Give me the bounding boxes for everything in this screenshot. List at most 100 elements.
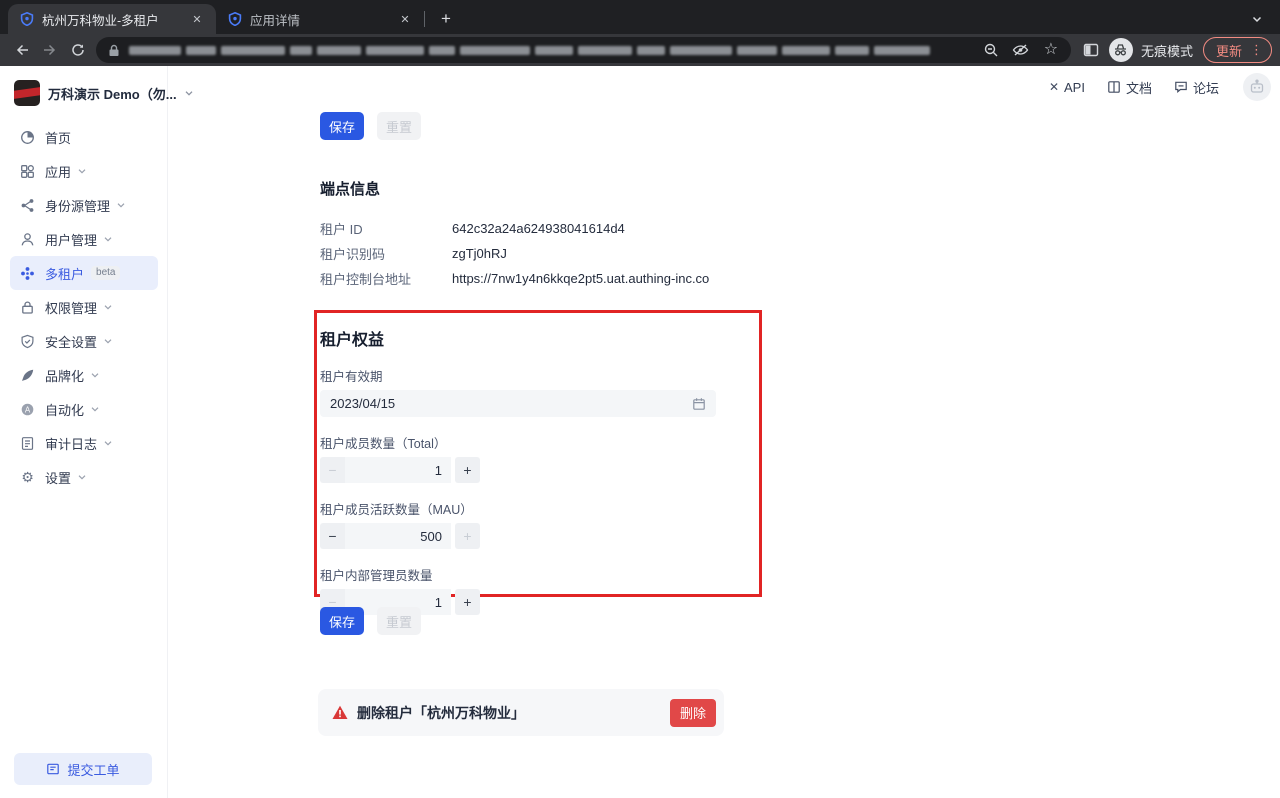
audit-log-icon — [20, 436, 35, 451]
update-label: 更新 — [1216, 41, 1242, 60]
reset-button[interactable]: 重置 — [377, 607, 421, 635]
delete-tenant-text: 删除租户「杭州万科物业」 — [357, 703, 670, 723]
expiry-date-value: 2023/04/15 — [330, 396, 692, 411]
endpoint-section-title: 端点信息 — [320, 178, 880, 199]
delete-tenant-card: 删除租户「杭州万科物业」 删除 — [318, 689, 724, 736]
authing-shield-icon — [228, 12, 242, 26]
reload-icon[interactable] — [64, 36, 92, 64]
sidebar-item-security-settings[interactable]: 安全设置 — [10, 324, 158, 358]
beta-badge: beta — [91, 266, 120, 280]
sidebar-item-user-management[interactable]: 用户管理 — [10, 222, 158, 256]
workspace-switcher[interactable]: 万科演示 Demo（勿... — [0, 66, 167, 106]
save-button[interactable]: 保存 — [320, 607, 364, 635]
plus-button[interactable]: + — [455, 589, 480, 615]
sidebar-item-home[interactable]: 首页 — [10, 120, 158, 154]
sidebar-nav: 首页 应用 身份源管理 用户管理 — [0, 120, 167, 494]
mau-label: 租户成员活跃数量（MAU） — [320, 499, 747, 518]
reset-button[interactable]: 重置 — [377, 112, 421, 140]
browser-toolbar: ☆ 无痕模式 更新 ⋮ — [0, 34, 1280, 66]
endpoint-row-tenant-code: 租户识别码 zgTj0hRJ — [320, 241, 880, 266]
tenant-settings-content: 保存 重置 端点信息 租户 ID 642c32a24a624938041614d… — [320, 112, 880, 291]
incognito-label: 无痕模式 — [1141, 41, 1193, 60]
close-icon[interactable]: ✕ — [188, 10, 206, 28]
chevron-down-icon — [91, 371, 99, 379]
browser-chrome: 杭州万科物业-多租户 ✕ 应用详情 ✕ + — [0, 0, 1280, 66]
chrome-update-button[interactable]: 更新 ⋮ — [1203, 37, 1272, 63]
warning-triangle-icon — [332, 705, 348, 720]
chevron-down-icon — [104, 337, 112, 345]
forum-icon — [1174, 80, 1188, 94]
endpoint-row-console-url: 租户控制台地址 https://7nw1y4n6kkqe2pt5.uat.aut… — [320, 266, 880, 291]
tab-strip: 杭州万科物业-多租户 ✕ 应用详情 ✕ + — [0, 0, 1280, 34]
chevron-down-icon — [78, 473, 86, 481]
forward-icon[interactable] — [36, 36, 64, 64]
lock-icon — [20, 300, 35, 315]
minus-button[interactable]: − — [320, 457, 345, 483]
admin-count-label: 租户内部管理员数量 — [320, 565, 747, 584]
incognito-badge: 无痕模式 — [1109, 38, 1193, 62]
sidebar-item-multi-tenant[interactable]: 多租户 beta — [10, 256, 158, 290]
identity-source-icon — [20, 198, 35, 213]
address-bar[interactable]: ☆ — [96, 37, 1071, 63]
stepper-value[interactable]: 500 — [345, 523, 451, 549]
multi-tenant-icon — [20, 266, 35, 281]
tab-divider — [424, 11, 425, 27]
sidebar-item-permissions[interactable]: 权限管理 — [10, 290, 158, 324]
submit-ticket-button[interactable]: 提交工单 — [14, 753, 152, 785]
chevron-down-icon — [104, 235, 112, 243]
side-panel-icon[interactable] — [1077, 36, 1105, 64]
sidebar-item-branding[interactable]: 品牌化 — [10, 358, 158, 392]
tab-search-chevron-icon[interactable] — [1244, 6, 1270, 32]
api-icon: ✕ — [1049, 80, 1059, 94]
menu-dots-icon[interactable]: ⋮ — [1250, 42, 1263, 58]
eye-off-icon[interactable] — [1009, 38, 1033, 62]
minus-button[interactable]: − — [320, 523, 345, 549]
endpoint-row-tenant-id: 租户 ID 642c32a24a624938041614d4 — [320, 216, 880, 241]
gear-icon: ⚙ — [20, 470, 35, 485]
shield-check-icon — [20, 334, 35, 349]
assistant-robot-avatar[interactable] — [1243, 73, 1271, 101]
sidebar-item-settings[interactable]: ⚙ 设置 — [10, 460, 158, 494]
tab-title: 应用详情 — [250, 10, 396, 29]
sidebar-item-automation[interactable]: A 自动化 — [10, 392, 158, 426]
tab-title: 杭州万科物业-多租户 — [42, 10, 188, 29]
workspace-name: 万科演示 Demo（勿... — [48, 84, 177, 103]
tab-app-detail[interactable]: 应用详情 ✕ — [216, 4, 424, 34]
new-tab-button[interactable]: + — [433, 6, 459, 32]
save-button[interactable]: 保存 — [320, 112, 364, 140]
sidebar-item-audit-logs[interactable]: 审计日志 — [10, 426, 158, 460]
vanke-logo — [14, 80, 40, 106]
chevron-down-icon — [117, 201, 125, 209]
plus-button[interactable]: + — [455, 457, 480, 483]
api-link[interactable]: ✕ API — [1049, 80, 1085, 95]
expiry-date-input[interactable]: 2023/04/15 — [320, 390, 716, 417]
zoom-out-icon[interactable] — [979, 38, 1003, 62]
users-icon — [20, 232, 35, 247]
sidebar: 万科演示 Demo（勿... 首页 应用 — [0, 66, 168, 798]
stepper-value[interactable]: 1 — [345, 457, 451, 483]
close-icon[interactable]: ✕ — [396, 10, 414, 28]
tab-tenant-page[interactable]: 杭州万科物业-多租户 ✕ — [8, 4, 216, 34]
brush-icon — [20, 368, 35, 383]
forum-link[interactable]: 论坛 — [1174, 78, 1219, 97]
plus-button[interactable]: + — [455, 523, 480, 549]
chevron-down-icon — [78, 167, 86, 175]
chevron-down-icon — [104, 303, 112, 311]
back-icon[interactable] — [8, 36, 36, 64]
calendar-icon — [692, 397, 706, 411]
sidebar-item-apps[interactable]: 应用 — [10, 154, 158, 188]
main-header: ✕ API 文档 论坛 — [1049, 72, 1271, 102]
delete-button[interactable]: 删除 — [670, 699, 716, 727]
mau-stepper: − 500 + — [320, 523, 480, 549]
docs-link[interactable]: 文档 — [1107, 78, 1152, 97]
authing-shield-icon — [20, 12, 34, 26]
sidebar-item-identity-sources[interactable]: 身份源管理 — [10, 188, 158, 222]
bookmark-star-icon[interactable]: ☆ — [1039, 38, 1063, 62]
expiry-label: 租户有效期 — [320, 366, 747, 385]
main-panel: ✕ API 文档 论坛 保存 重置 — [168, 66, 1280, 798]
tenant-benefits-highlight-box: 租户权益 租户有效期 2023/04/15 租户成员数量（Total） − 1 … — [314, 310, 762, 597]
home-icon — [20, 130, 35, 145]
lock-icon — [108, 44, 120, 57]
chevron-down-icon — [91, 405, 99, 413]
docs-icon — [1107, 80, 1121, 94]
